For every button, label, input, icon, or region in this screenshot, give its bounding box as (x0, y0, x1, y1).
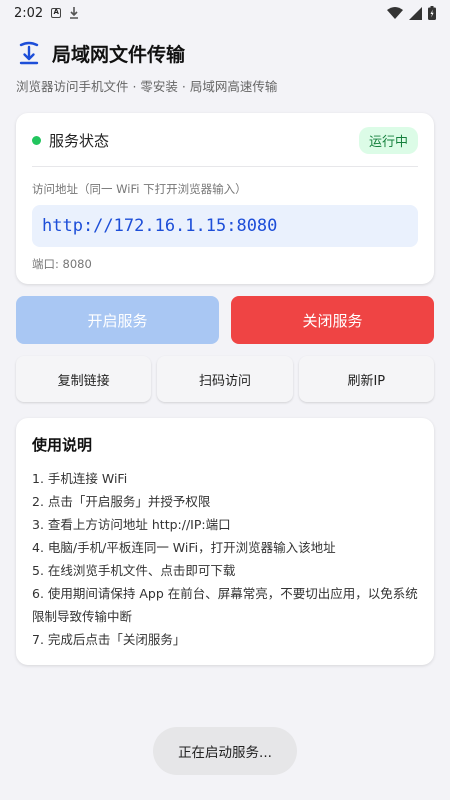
usage-item: 3. 查看上方访问地址 http://IP:端口 (32, 517, 231, 532)
usage-instructions-card: 使用说明 1. 手机连接 WiFi 2. 点击「开启服务」并授予权限 3. 查看… (16, 418, 434, 665)
usage-title: 使用说明 (32, 436, 93, 454)
app-header: 局域网文件传输 浏览器访问手机文件 · 零安装 · 局域网高速传输 (0, 26, 450, 95)
usage-item: 7. 完成后点击「关闭服务」 (32, 632, 186, 647)
download-icon (70, 7, 79, 19)
page-subtitle: 浏览器访问手机文件 · 零安装 · 局域网高速传输 (16, 79, 278, 94)
start-service-button[interactable]: 开启服务 (16, 296, 219, 344)
status-bar: 2:02 A (0, 0, 450, 26)
signal-icon (409, 6, 422, 20)
usage-item: 6. 使用期间请保持 App 在前台、屏幕常亮，不要切出应用，以免系统限制导致传… (32, 586, 418, 624)
status-badge: 运行中 (358, 127, 418, 154)
battery-icon (428, 6, 436, 20)
usage-item: 2. 点击「开启服务」并授予权限 (32, 494, 211, 509)
service-buttons: 开启服务 关闭服务 (16, 296, 434, 344)
wifi-icon (387, 6, 403, 19)
running-indicator-icon (32, 136, 41, 145)
service-status-card: 服务状态 运行中 访问地址（同一 WiFi 下打开浏览器输入） http://1… (16, 113, 434, 284)
service-status-label: 服务状态 (49, 132, 110, 150)
copy-link-button[interactable]: 复制链接 (16, 356, 152, 402)
usage-item: 4. 电脑/手机/平板连同一 WiFi，打开浏览器输入该地址 (32, 540, 336, 555)
app-logo-icon (19, 41, 39, 64)
stop-service-button[interactable]: 关闭服务 (231, 296, 434, 344)
notification-icon: A (51, 8, 62, 18)
scan-qr-button[interactable]: 扫码访问 (157, 356, 293, 402)
usage-item: 5. 在线浏览手机文件、点击即可下载 (32, 563, 236, 578)
toast-message: 正在启动服务... (153, 727, 297, 775)
address-box[interactable]: http://172.16.1.15:8080 (32, 205, 418, 247)
port-label: 端口: 8080 (32, 257, 92, 271)
tool-buttons: 复制链接 扫码访问 刷新IP (16, 356, 434, 402)
usage-item: 1. 手机连接 WiFi (32, 471, 128, 486)
access-address[interactable]: http://172.16.1.15:8080 (42, 216, 277, 236)
page-title: 局域网文件传输 (52, 44, 186, 66)
status-time: 2:02 (14, 5, 44, 21)
address-label: 访问地址（同一 WiFi 下打开浏览器输入） (32, 182, 247, 196)
refresh-ip-button[interactable]: 刷新IP (298, 356, 434, 402)
